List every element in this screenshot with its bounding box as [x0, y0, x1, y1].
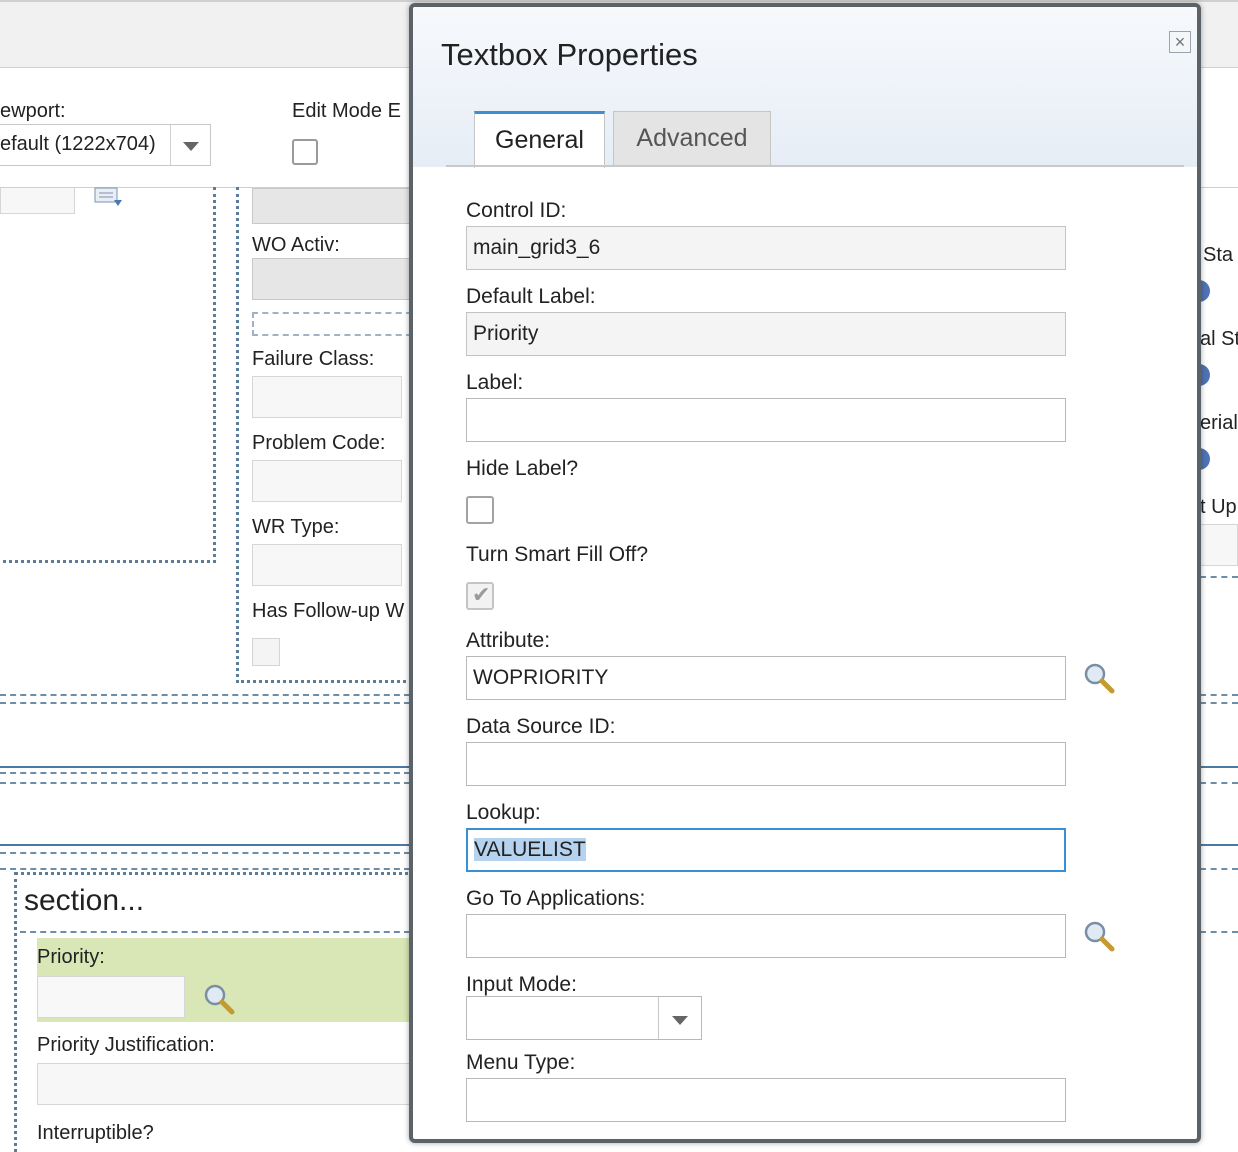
viewport-label: ewport:: [0, 100, 66, 122]
magnifier-icon[interactable]: [1082, 661, 1116, 695]
separator: [1200, 694, 1238, 696]
menu-type-field[interactable]: [466, 1078, 1066, 1122]
wo-activ-label: WO Activ:: [252, 234, 340, 256]
go-to-applications-field[interactable]: [466, 914, 1066, 958]
checkmark-icon: ✔: [472, 582, 491, 607]
separator: [0, 852, 410, 854]
smart-fill-checkbox[interactable]: ✔: [466, 582, 494, 610]
magnifier-icon[interactable]: [202, 982, 236, 1021]
separator: [0, 766, 410, 768]
separator: [0, 702, 410, 704]
separator: [0, 782, 410, 784]
magnifier-icon[interactable]: [1082, 919, 1116, 953]
separator: [1200, 702, 1238, 704]
chevron-down-icon[interactable]: [658, 997, 701, 1039]
right-label-3: erial: [1200, 412, 1238, 434]
separator: [1200, 868, 1238, 870]
right-label-4: t Up: [1200, 496, 1237, 518]
input-mode-label: Input Mode:: [466, 973, 577, 996]
separator: [1200, 844, 1238, 846]
separator: [1200, 931, 1238, 933]
tab-divider: [446, 165, 1184, 167]
data-source-id-field[interactable]: [466, 742, 1066, 786]
separator: [1200, 576, 1238, 578]
separator: [1200, 766, 1238, 768]
priority-label: Priority:: [37, 946, 105, 968]
hide-label-label: Hide Label?: [466, 457, 579, 480]
go-to-applications-label: Go To Applications:: [466, 887, 646, 910]
menu-type-label: Menu Type:: [466, 1051, 576, 1074]
problem-code-label: Problem Code:: [252, 432, 386, 454]
smart-fill-label: Turn Smart Fill Off?: [466, 543, 649, 566]
default-label-label: Default Label:: [466, 285, 596, 308]
textbox-properties-dialog: Textbox Properties × General Advanced Co…: [409, 3, 1201, 1143]
separator: [20, 931, 410, 933]
priority-justification-label: Priority Justification:: [37, 1034, 215, 1056]
control-id-label: Control ID:: [466, 199, 567, 222]
label-field[interactable]: [466, 398, 1066, 442]
label-label: Label:: [466, 371, 524, 394]
edit-mode-label: Edit Mode E: [292, 100, 401, 122]
right-label-1: Sta: [1203, 244, 1234, 266]
edit-mode-checkbox[interactable]: [292, 139, 318, 165]
section-title: section...: [24, 884, 145, 917]
viewport-select-value: efault (1222x704): [0, 133, 156, 155]
attribute-field[interactable]: WOPRIORITY: [466, 656, 1066, 700]
right-input[interactable]: [1200, 524, 1238, 566]
canvas-input-1[interactable]: [252, 188, 412, 224]
control-id-field[interactable]: main_grid3_6: [466, 226, 1066, 270]
lookup-field-value: VALUELIST: [474, 838, 586, 861]
separator: [0, 694, 410, 696]
right-label-2: al St: [1200, 328, 1238, 350]
wo-activ-input[interactable]: [252, 258, 412, 300]
canvas-input-stub[interactable]: [0, 188, 75, 214]
separator: [0, 772, 410, 774]
separator: [0, 868, 410, 870]
input-mode-select[interactable]: [466, 996, 702, 1040]
priority-justification-input[interactable]: [37, 1063, 417, 1105]
problem-code-input[interactable]: [252, 460, 402, 502]
wr-type-label: WR Type:: [252, 516, 340, 538]
has-followup-checkbox[interactable]: [252, 638, 280, 666]
has-followup-label: Has Follow-up W: [252, 600, 405, 622]
data-source-id-label: Data Source ID:: [466, 715, 616, 738]
tab-general[interactable]: General: [474, 111, 605, 168]
lookup-field[interactable]: VALUELIST: [466, 828, 1066, 872]
separator: [1200, 782, 1238, 784]
default-label-field[interactable]: Priority: [466, 312, 1066, 356]
list-add-icon[interactable]: [93, 186, 125, 215]
priority-input[interactable]: [37, 976, 185, 1018]
close-icon[interactable]: ×: [1169, 31, 1191, 53]
canvas-section-left[interactable]: [0, 187, 216, 563]
viewport-select[interactable]: efault (1222x704): [0, 124, 211, 166]
dialog-title: Textbox Properties: [441, 37, 698, 72]
failure-class-input[interactable]: [252, 376, 402, 418]
wr-type-input[interactable]: [252, 544, 402, 586]
hide-label-checkbox[interactable]: [466, 496, 494, 524]
interruptible-label: Interruptible?: [37, 1122, 154, 1144]
attribute-label: Attribute:: [466, 629, 551, 652]
lookup-label: Lookup:: [466, 801, 541, 824]
chevron-down-icon[interactable]: [170, 125, 211, 165]
separator: [0, 844, 410, 846]
canvas-placeholder[interactable]: [252, 312, 412, 336]
failure-class-label: Failure Class:: [252, 348, 375, 370]
tab-advanced[interactable]: Advanced: [613, 111, 771, 165]
